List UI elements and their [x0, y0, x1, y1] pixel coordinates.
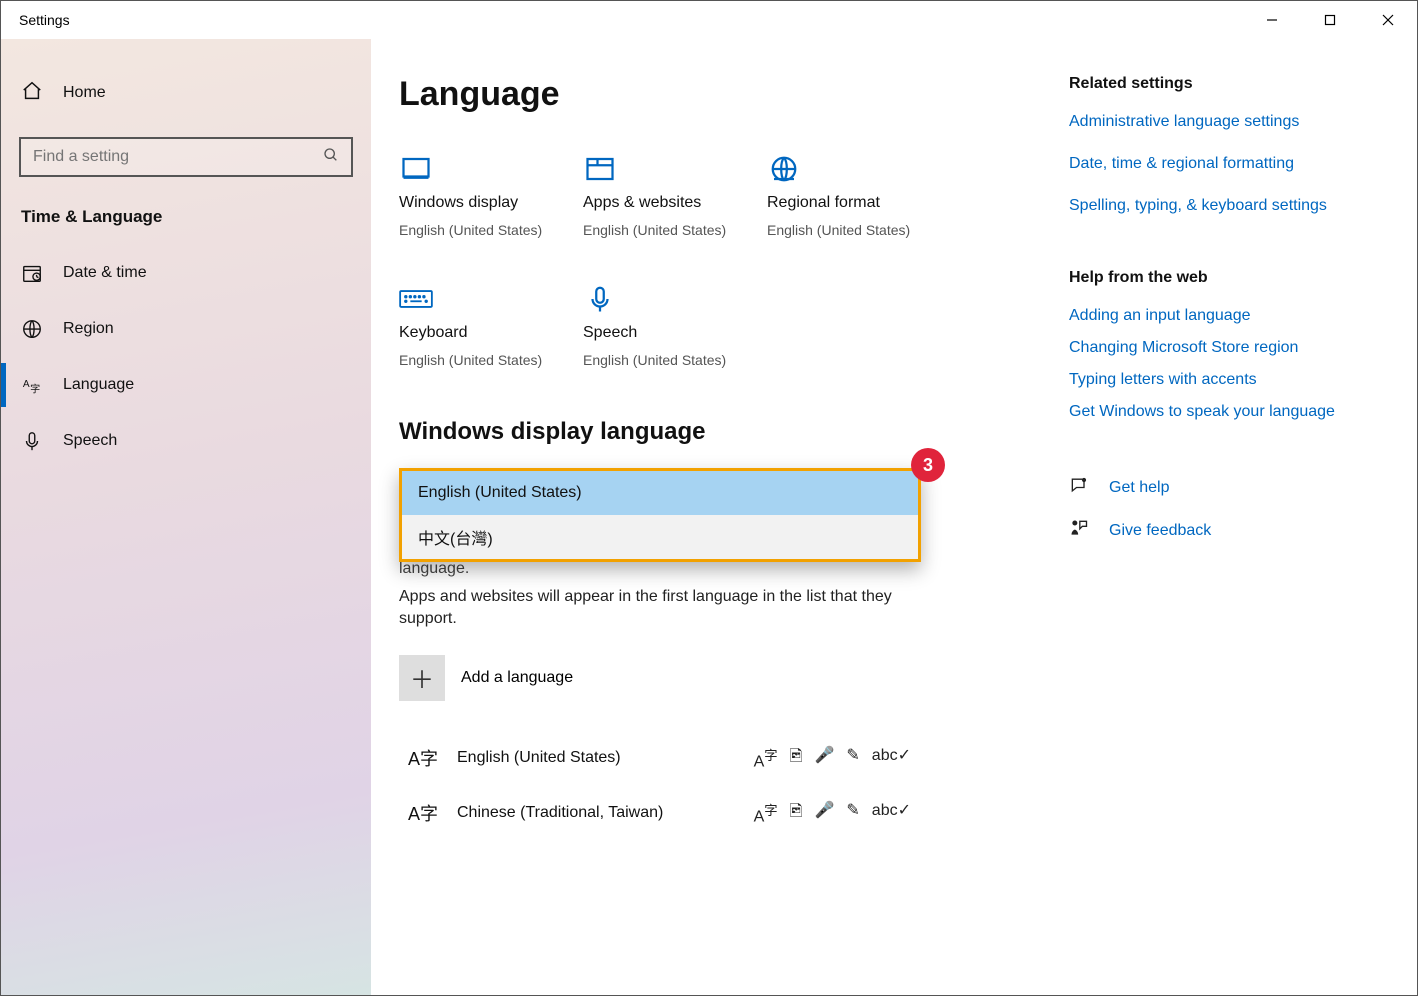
content-column: Language Windows display English (United… — [399, 75, 1049, 995]
spellcheck-icon: abc✓ — [872, 800, 911, 827]
link-windows-speak-language[interactable]: Get Windows to speak your language — [1069, 403, 1389, 421]
link-spelling-typing-keyboard[interactable]: Spelling, typing, & keyboard settings — [1069, 197, 1389, 215]
tile-sub: English (United States) — [399, 352, 579, 368]
display-language-heading: Windows display language — [399, 418, 1049, 446]
tile-label: Keyboard — [399, 324, 579, 342]
tile-label: Apps & websites — [583, 194, 763, 212]
get-help-link[interactable]: Get help — [1109, 479, 1169, 497]
language-name: Chinese (Traditional, Taiwan) — [457, 804, 663, 822]
language-entry-english[interactable]: A字 English (United States) A字 🖻 🎤 ✎ abc✓ — [399, 731, 919, 786]
search-box[interactable] — [19, 137, 353, 177]
home-icon — [21, 80, 43, 107]
link-date-time-regional[interactable]: Date, time & regional formatting — [1069, 155, 1389, 173]
display-lang-icon: A字 — [754, 800, 778, 827]
dropdown-option-english[interactable]: English (United States) — [402, 471, 918, 515]
tile-apps-websites[interactable]: Apps & websites English (United States) — [583, 148, 763, 238]
sidebar-item-label: Speech — [63, 432, 117, 450]
main-area: Language Windows display English (United… — [371, 39, 1417, 995]
tile-speech[interactable]: Speech English (United States) — [583, 278, 763, 368]
search-icon — [323, 147, 339, 168]
related-settings-title: Related settings — [1069, 75, 1389, 93]
window-icon — [583, 148, 763, 184]
dropdown-option-chinese[interactable]: 中文(台灣) — [402, 515, 918, 559]
tile-sub: English (United States) — [583, 352, 763, 368]
tile-sub: English (United States) — [767, 222, 947, 238]
add-language-label: Add a language — [461, 669, 573, 687]
handwriting-icon: ✎ — [846, 800, 859, 827]
tile-sub: English (United States) — [583, 222, 763, 238]
tts-icon: 🖻 — [790, 800, 803, 827]
display-lang-icon: A字 — [754, 745, 778, 772]
tile-sub: English (United States) — [399, 222, 579, 238]
sidebar-item-date-time[interactable]: Date & time — [1, 245, 371, 301]
link-adding-input-language[interactable]: Adding an input language — [1069, 307, 1389, 325]
help-from-web-title: Help from the web — [1069, 269, 1389, 287]
sidebar-item-label: Region — [63, 320, 114, 338]
spellcheck-icon: abc✓ — [872, 745, 911, 772]
svg-text:A: A — [23, 379, 30, 390]
microphone-icon — [583, 278, 763, 314]
sidebar-item-label: Language — [63, 376, 134, 394]
help-chat-icon — [1069, 475, 1091, 500]
get-help-row[interactable]: Get help — [1069, 475, 1389, 500]
settings-window: Settings Home — [0, 0, 1418, 996]
globe-icon — [767, 148, 947, 184]
tile-label: Windows display — [399, 194, 579, 212]
speech-icon: 🎤 — [814, 800, 834, 827]
maximize-button[interactable] — [1301, 1, 1359, 39]
dropdown-list: English (United States) 中文(台灣) — [399, 468, 921, 562]
give-feedback-row[interactable]: Give feedback — [1069, 518, 1389, 543]
close-button[interactable] — [1359, 1, 1417, 39]
language-glyph-icon: A字 — [407, 800, 439, 826]
category-title: Time & Language — [1, 177, 371, 245]
keyboard-icon — [399, 278, 579, 314]
page-title: Language — [399, 75, 1049, 114]
plus-icon: ＋ — [399, 655, 445, 701]
side-column: Related settings Administrative language… — [1049, 75, 1389, 995]
add-language-row[interactable]: ＋ Add a language — [399, 655, 1049, 701]
display-icon — [399, 148, 579, 184]
sidebar-item-region[interactable]: Region — [1, 301, 371, 357]
language-name: English (United States) — [457, 749, 621, 767]
language-tiles: Windows display English (United States) … — [399, 148, 1049, 368]
tile-label: Regional format — [767, 194, 947, 212]
sidebar-item-language[interactable]: A字 Language — [1, 357, 371, 413]
handwriting-icon: ✎ — [846, 745, 859, 772]
language-entry-chinese[interactable]: A字 Chinese (Traditional, Taiwan) A字 🖻 🎤 … — [399, 786, 919, 841]
window-title: Settings — [19, 12, 70, 28]
svg-text:字: 字 — [30, 382, 40, 395]
language-feature-icons: A字 🖻 🎤 ✎ abc✓ — [754, 745, 911, 772]
language-glyph-icon: A字 — [407, 745, 439, 771]
body: Home Time & Language Date & time Region — [1, 39, 1417, 995]
home-nav[interactable]: Home — [1, 71, 371, 115]
link-administrative-language[interactable]: Administrative language settings — [1069, 113, 1389, 131]
feedback-icon — [1069, 518, 1091, 543]
link-typing-accents[interactable]: Typing letters with accents — [1069, 371, 1389, 389]
window-controls — [1243, 1, 1417, 39]
sidebar-item-label: Date & time — [63, 264, 147, 282]
callout-badge: 3 — [911, 448, 945, 482]
sidebar: Home Time & Language Date & time Region — [1, 39, 371, 995]
link-changing-store-region[interactable]: Changing Microsoft Store region — [1069, 339, 1389, 357]
give-feedback-link[interactable]: Give feedback — [1109, 522, 1211, 540]
speech-icon: 🎤 — [814, 745, 834, 772]
tts-icon: 🖻 — [790, 745, 803, 772]
preferred-languages-desc: Apps and websites will appear in the fir… — [399, 586, 919, 631]
tile-regional-format[interactable]: Regional format English (United States) — [767, 148, 947, 238]
tile-keyboard[interactable]: Keyboard English (United States) — [399, 278, 579, 368]
tile-windows-display[interactable]: Windows display English (United States) — [399, 148, 579, 238]
hint-text-fragment: language. — [399, 560, 469, 578]
tile-label: Speech — [583, 324, 763, 342]
sidebar-item-speech[interactable]: Speech — [1, 413, 371, 469]
search-input[interactable] — [33, 148, 313, 166]
language-feature-icons: A字 🖻 🎤 ✎ abc✓ — [754, 800, 911, 827]
minimize-button[interactable] — [1243, 1, 1301, 39]
home-label: Home — [63, 84, 106, 102]
titlebar: Settings — [1, 1, 1417, 39]
